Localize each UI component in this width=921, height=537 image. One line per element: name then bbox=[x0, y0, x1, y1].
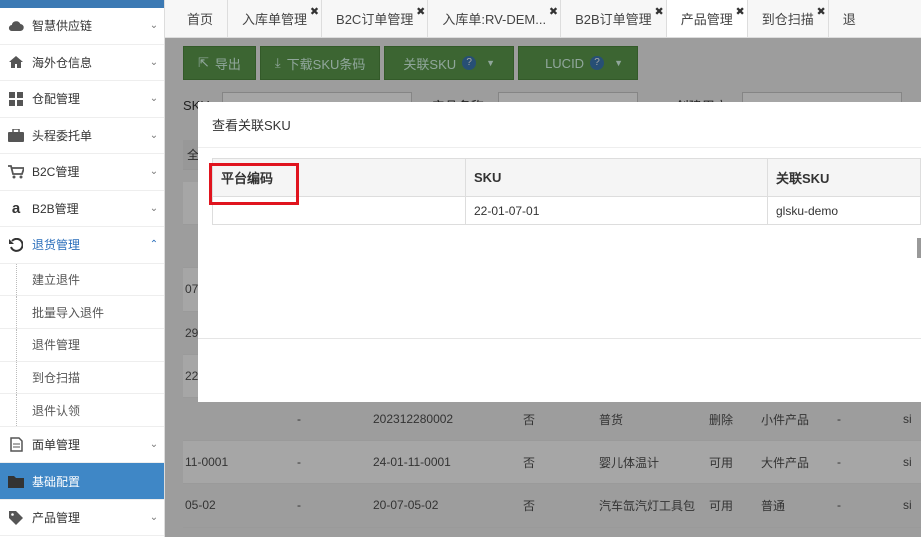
close-icon[interactable]: ✖ bbox=[654, 5, 663, 18]
close-icon[interactable]: ✖ bbox=[817, 5, 826, 18]
table-cell: - bbox=[297, 498, 301, 513]
table-cell: 大件产品 bbox=[761, 455, 810, 470]
cell-linked-sku: glsku-demo bbox=[767, 196, 921, 225]
modal-footer-divider bbox=[198, 338, 921, 339]
table-cell: 否 bbox=[523, 455, 536, 470]
table-cell: - bbox=[837, 412, 841, 427]
table-row: 22-01-07-01 glsku-demo bbox=[212, 196, 921, 225]
menu-item-returns[interactable]: 退货管理 ⌃ bbox=[0, 227, 164, 264]
chevron-up-icon: ⌃ bbox=[149, 239, 159, 251]
column-sku: SKU bbox=[465, 158, 768, 197]
platform-code-highlight bbox=[209, 163, 299, 205]
tab-inbound-detail[interactable]: 入库单:RV-DEM... ✖ bbox=[428, 0, 562, 37]
tab-inbound-management[interactable]: 入库单管理 ✖ bbox=[228, 0, 323, 37]
table-cell: 普通 bbox=[761, 498, 786, 513]
table-cell: 小件产品 bbox=[761, 412, 810, 427]
menu-item-b2c[interactable]: B2C管理 ⌄ bbox=[0, 154, 164, 191]
modal-title: 查看关联SKU bbox=[198, 102, 921, 148]
tab-home[interactable]: 首页 bbox=[173, 0, 229, 37]
sidebar: 智慧供应链 ⌄ 海外仓信息 ⌄ 仓配管理 ⌄ 头程委托单 ⌄ B2C管理 ⌄ a… bbox=[0, 0, 165, 537]
folder-icon bbox=[6, 473, 26, 489]
menu-item-product-management[interactable]: 产品管理 ⌄ bbox=[0, 500, 164, 537]
sub-item-return-management[interactable]: 退件管理 bbox=[0, 328, 164, 362]
table-cell: 普货 bbox=[599, 412, 624, 427]
table-cell: - bbox=[297, 412, 301, 427]
tab-b2c-orders[interactable]: B2C订单管理 ✖ bbox=[322, 0, 429, 37]
menu-item-label-management[interactable]: 面单管理 ⌄ bbox=[0, 427, 164, 464]
close-icon[interactable]: ✖ bbox=[416, 5, 425, 18]
table-cell: 婴儿体温计 bbox=[599, 455, 660, 470]
table-row[interactable]: - 202312280002 否 普货 删除 小件产品 - si bbox=[183, 397, 921, 442]
sub-item-arrival-scan[interactable]: 到仓扫描 bbox=[0, 361, 164, 395]
sub-item-return-claim[interactable]: 退件认领 bbox=[0, 394, 164, 427]
table-cell: si bbox=[903, 412, 912, 427]
table-cell: 24-01-11-0001 bbox=[373, 455, 451, 470]
grid-icon bbox=[6, 91, 26, 107]
tab-product-management[interactable]: 产品管理 ✖ bbox=[666, 0, 748, 37]
amazon-icon: a bbox=[11, 199, 21, 217]
table-cell: - bbox=[297, 455, 301, 470]
linked-sku-modal: 查看关联SKU 平台编码 SKU 关联SKU 22-01-07-01 glsku… bbox=[198, 102, 921, 402]
menu-item-smart-supply-chain[interactable]: 智慧供应链 ⌄ bbox=[0, 8, 164, 45]
table-row[interactable]: 11-0001 - 24-01-11-0001 否 婴儿体温计 可用 大件产品 - si bbox=[183, 441, 921, 485]
table-cell: 11-0001 bbox=[185, 455, 229, 470]
tab-bar: 首页 入库单管理 ✖ B2C订单管理 ✖ 入库单:RV-DEM... ✖ B2B订单管… bbox=[165, 0, 921, 38]
tab-b2b-orders[interactable]: B2B订单管理 ✖ bbox=[561, 0, 667, 37]
chevron-down-icon: ⌄ bbox=[149, 439, 159, 451]
chevron-down-icon: ⌄ bbox=[149, 56, 159, 68]
table-cell: - bbox=[837, 455, 841, 470]
chevron-down-icon: ⌄ bbox=[149, 129, 159, 141]
cart-icon bbox=[6, 164, 26, 180]
tab-arrival-scan[interactable]: 到仓扫描 ✖ bbox=[748, 0, 829, 37]
linked-sku-table: 平台编码 SKU 关联SKU 22-01-07-01 glsku-demo bbox=[212, 158, 921, 225]
tag-icon bbox=[6, 510, 26, 526]
document-icon bbox=[6, 437, 26, 453]
table-cell: si bbox=[903, 455, 912, 470]
close-icon[interactable]: ✖ bbox=[735, 5, 744, 18]
table-cell: 汽车氙汽灯工具包 bbox=[599, 498, 696, 513]
menu-item-b2b[interactable]: a B2B管理 ⌄ bbox=[0, 191, 164, 227]
chevron-down-icon: ⌄ bbox=[149, 20, 159, 32]
undo-icon bbox=[6, 237, 26, 253]
cell-sku: 22-01-07-01 bbox=[465, 196, 768, 225]
table-cell: 否 bbox=[523, 498, 536, 513]
chevron-down-icon: ⌄ bbox=[149, 166, 159, 178]
briefcase-icon bbox=[6, 127, 26, 143]
menu-item-warehouse-distribution[interactable]: 仓配管理 ⌄ bbox=[0, 81, 164, 118]
scrollbar-thumb[interactable] bbox=[917, 238, 921, 258]
menu-item-overseas-warehouse[interactable]: 海外仓信息 ⌄ bbox=[0, 45, 164, 81]
close-icon[interactable]: ✖ bbox=[310, 5, 319, 18]
table-cell: 202312280002 bbox=[373, 412, 454, 427]
table-cell: 05-02 bbox=[185, 498, 216, 513]
sub-item-batch-import-return[interactable]: 批量导入退件 bbox=[0, 296, 164, 329]
table-cell: 删除 bbox=[709, 412, 734, 427]
menu-item-first-leg-order[interactable]: 头程委托单 ⌄ bbox=[0, 118, 164, 154]
table-header-row: 平台编码 SKU 关联SKU bbox=[212, 158, 921, 197]
chevron-down-icon: ⌄ bbox=[149, 93, 159, 105]
cloud-icon bbox=[6, 18, 26, 34]
table-cell: 可用 bbox=[709, 498, 734, 513]
chevron-down-icon: ⌄ bbox=[149, 202, 159, 214]
sub-item-create-return[interactable]: 建立退件 bbox=[0, 263, 164, 297]
table-row[interactable]: 05-02 - 20-07-05-02 否 汽车氙汽灯工具包 可用 普通 - si bbox=[183, 484, 921, 528]
modal-body: 平台编码 SKU 关联SKU 22-01-07-01 glsku-demo bbox=[198, 148, 921, 225]
chevron-down-icon: ⌄ bbox=[149, 512, 159, 524]
table-cell: 可用 bbox=[709, 455, 734, 470]
column-linked-sku: 关联SKU bbox=[767, 158, 921, 197]
menu-item-basic-config[interactable]: 基础配置 bbox=[0, 463, 164, 500]
table-cell: - bbox=[837, 498, 841, 513]
home-icon bbox=[6, 54, 26, 70]
tab-returns[interactable]: 退 bbox=[829, 0, 870, 37]
sidebar-top-strip bbox=[0, 0, 164, 8]
table-cell: 20-07-05-02 bbox=[373, 498, 439, 513]
close-icon[interactable]: ✖ bbox=[549, 5, 558, 18]
table-cell: 否 bbox=[523, 412, 536, 427]
table-cell: si bbox=[903, 498, 912, 513]
